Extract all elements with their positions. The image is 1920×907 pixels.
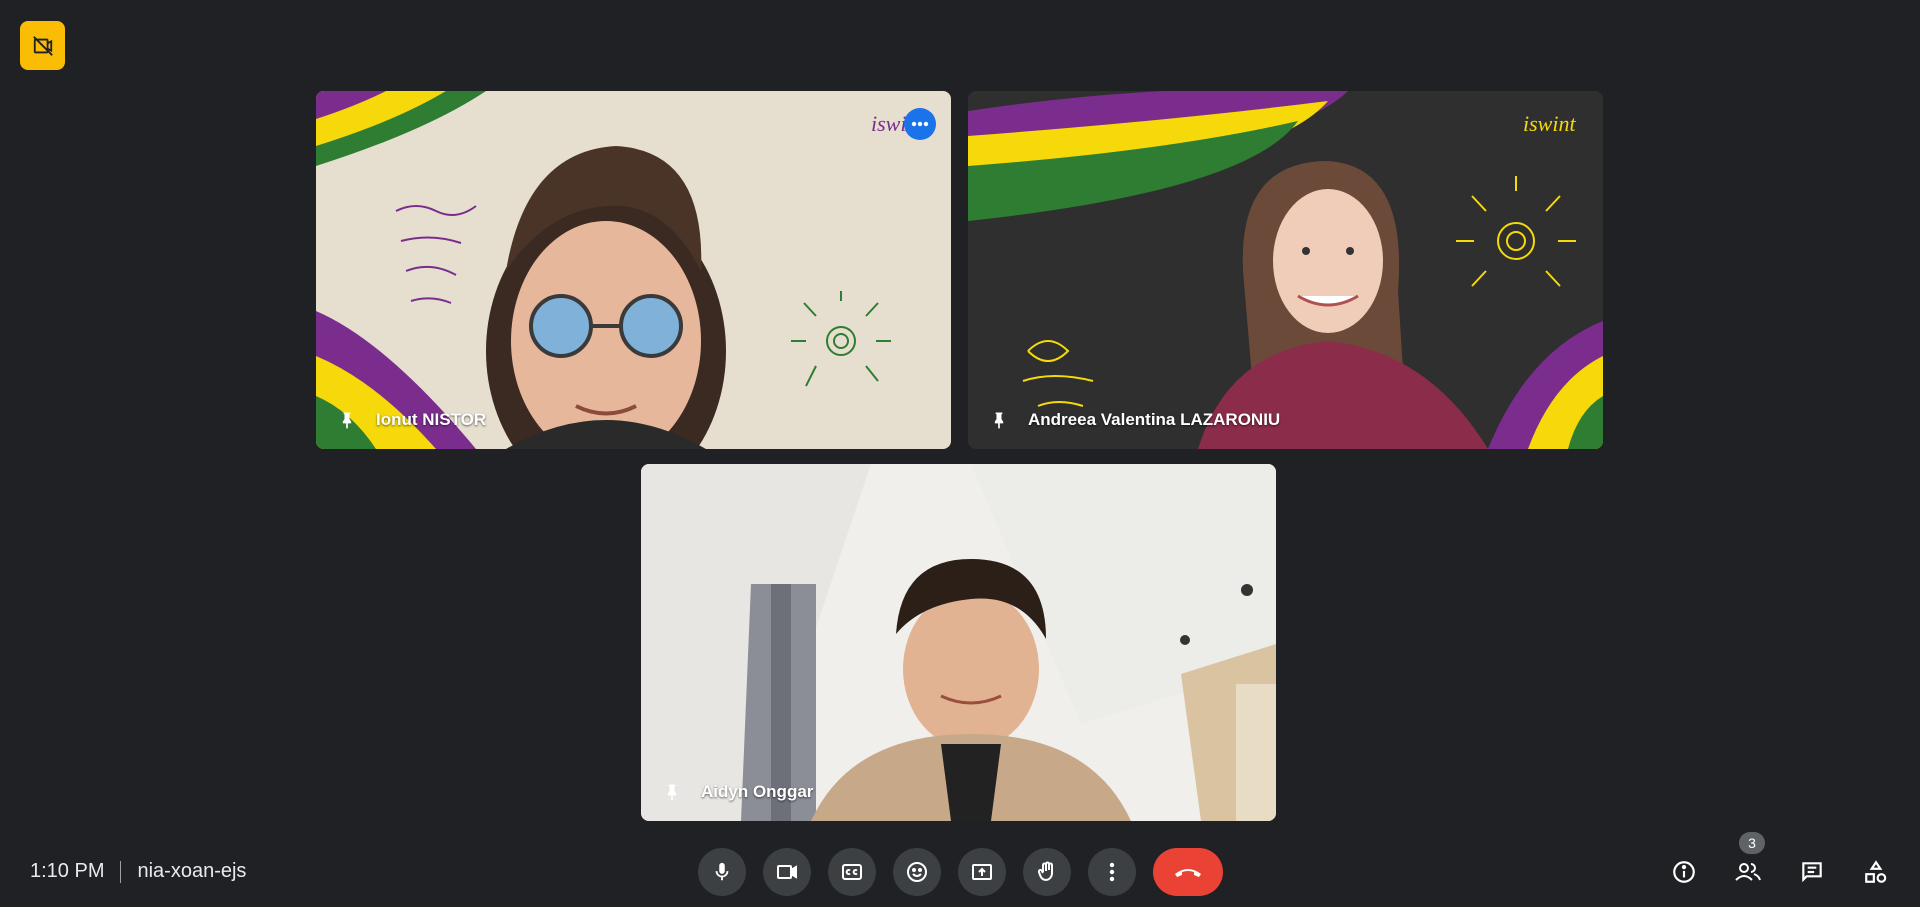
- captions-button[interactable]: [828, 848, 876, 896]
- raise-hand-icon: [1037, 861, 1053, 882]
- chat-icon: [1802, 862, 1822, 883]
- more-options-button[interactable]: [1088, 848, 1136, 896]
- reactions-button[interactable]: [893, 848, 941, 896]
- activities-button[interactable]: [1852, 848, 1900, 896]
- raise-hand-button[interactable]: [1023, 848, 1071, 896]
- participant-name: Andreea Valentina LAZARONIU: [1028, 410, 1281, 429]
- emoji-icon: [907, 862, 927, 882]
- meeting-info: 1:10 PM nia-xoan-ejs: [30, 860, 246, 883]
- pin-icon[interactable]: [657, 777, 687, 807]
- people-count-badge: 3: [1739, 832, 1765, 854]
- participant-video-1: iswint: [316, 91, 951, 449]
- leave-call-icon: [1175, 869, 1201, 877]
- camera-icon: [777, 865, 797, 879]
- activities-icon: [1865, 860, 1887, 883]
- leave-call-button[interactable]: [1153, 848, 1223, 896]
- participant-name: Aidyn Onggar: [701, 782, 814, 801]
- camera-button[interactable]: [763, 848, 811, 896]
- chat-button[interactable]: [1788, 848, 1836, 896]
- microphone-icon: [715, 862, 729, 881]
- meeting-details-button[interactable]: [1660, 848, 1708, 896]
- call-controls: [698, 848, 1223, 896]
- microphone-button[interactable]: [698, 848, 746, 896]
- more-options-icon[interactable]: [904, 108, 936, 140]
- divider: [120, 860, 122, 883]
- present-button[interactable]: [958, 848, 1006, 896]
- participant-video-3: [641, 464, 1276, 821]
- participant-name-row: Andreea Valentina LAZARONIU: [984, 405, 1280, 435]
- people-button[interactable]: 3: [1724, 832, 1772, 896]
- participant-name-row: Aidyn Onggar: [657, 777, 813, 807]
- no-video-notice-icon[interactable]: [20, 21, 65, 70]
- more-options-icon: [1109, 862, 1115, 882]
- people-icon: [1735, 863, 1761, 881]
- pin-icon[interactable]: [984, 405, 1014, 435]
- side-tools: 3: [1660, 832, 1900, 896]
- meeting-time: 1:10 PM: [30, 860, 105, 882]
- present-screen-icon: [972, 864, 992, 880]
- participant-video-2: iswint: [968, 91, 1603, 449]
- participant-tile-2[interactable]: iswint Andreea Valentina LAZARONIU: [968, 91, 1603, 449]
- meeting-code: nia-xoan-ejs: [137, 860, 247, 882]
- participant-tile-1[interactable]: iswint Ionut NISTOR: [316, 91, 951, 449]
- pin-icon[interactable]: [332, 405, 362, 435]
- info-icon: [1673, 861, 1695, 883]
- captions-icon: [842, 864, 862, 880]
- participant-name-row: Ionut NISTOR: [332, 405, 486, 435]
- participant-tile-3[interactable]: Aidyn Onggar: [641, 464, 1276, 821]
- participant-name: Ionut NISTOR: [376, 410, 487, 429]
- svg-text:iswint: iswint: [1523, 111, 1576, 136]
